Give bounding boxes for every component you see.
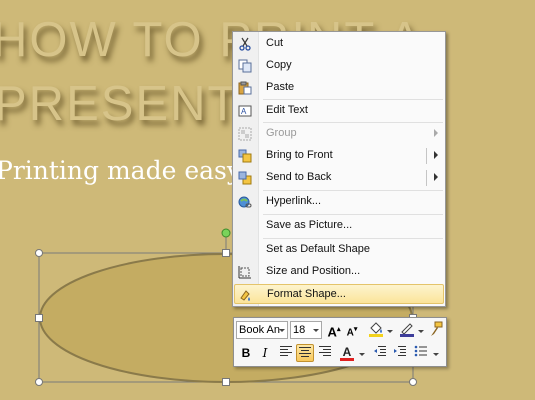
line-color-dropdown-icon[interactable] — [418, 330, 424, 333]
bullets-dropdown-icon[interactable] — [433, 353, 439, 356]
submenu-arrow-icon[interactable] — [434, 173, 438, 181]
menu-item-label: Group — [266, 127, 297, 139]
font-color-button[interactable]: A — [338, 343, 356, 361]
shrink-font-label: A — [346, 327, 354, 339]
rotation-handle[interactable] — [221, 228, 231, 238]
menu-item-label: Set as Default Shape — [266, 243, 370, 255]
align-right-icon — [319, 346, 331, 356]
menu-item-format-shape[interactable]: Format Shape... — [234, 284, 444, 304]
split-divider — [426, 170, 427, 186]
font-color-dropdown-icon[interactable] — [359, 353, 365, 356]
menu-item-group[interactable]: Group — [234, 124, 444, 144]
font-color-label: A — [342, 345, 352, 359]
resize-handle-bottom[interactable] — [222, 378, 230, 386]
menu-item-paste[interactable]: Paste — [234, 78, 444, 98]
decrease-indent-icon — [374, 346, 386, 356]
chevron-down-icon[interactable] — [277, 322, 286, 338]
format-painter-icon — [431, 321, 443, 336]
copy-icon — [238, 59, 252, 73]
bold-label: B — [241, 346, 251, 360]
hyperlink-icon — [238, 196, 252, 208]
menu-item-label: Bring to Front — [266, 149, 333, 161]
menu-item-size-and-position[interactable]: Size and Position... — [234, 262, 444, 282]
menu-item-label: Copy — [266, 59, 292, 71]
menu-item-label: Size and Position... — [266, 265, 361, 277]
font-name-combo[interactable]: Book An — [236, 321, 288, 339]
submenu-arrow-icon — [434, 129, 438, 137]
fill-color-dropdown-icon[interactable] — [387, 330, 393, 333]
font-name-value: Book An — [239, 324, 280, 336]
menu-separator — [263, 190, 443, 191]
menu-item-label: Edit Text — [266, 104, 308, 116]
italic-button[interactable]: I — [256, 344, 274, 362]
resize-handle-bottom-left[interactable] — [35, 378, 43, 386]
increase-indent-icon — [394, 346, 406, 356]
menu-item-edit-text[interactable]: A Edit Text — [234, 101, 444, 121]
send-to-back-icon — [238, 171, 252, 185]
align-left-icon — [280, 346, 292, 356]
pen-line-icon — [400, 323, 414, 337]
decrease-indent-button[interactable] — [371, 344, 389, 362]
menu-separator — [263, 99, 443, 100]
split-divider — [426, 148, 427, 164]
menu-separator — [263, 214, 443, 215]
context-menu: Cut Copy Paste A Edit Text Group Bring t… — [232, 31, 446, 307]
submenu-arrow-icon[interactable] — [434, 151, 438, 159]
align-center-button[interactable] — [296, 344, 314, 362]
font-size-value: 18 — [293, 324, 306, 336]
menu-separator — [263, 122, 443, 123]
menu-item-cut[interactable]: Cut — [234, 34, 444, 54]
resize-handle-top[interactable] — [222, 249, 230, 257]
menu-item-bring-to-front[interactable]: Bring to Front — [234, 146, 444, 166]
menu-item-label: Hyperlink... — [266, 195, 322, 207]
bring-to-front-icon — [238, 149, 252, 163]
scissors-icon — [239, 37, 251, 51]
menu-item-set-as-default-shape[interactable]: Set as Default Shape — [234, 240, 444, 260]
align-right-button[interactable] — [316, 344, 334, 362]
svg-text:A: A — [241, 107, 247, 116]
menu-item-hyperlink[interactable]: Hyperlink... — [234, 192, 444, 212]
menu-item-label: Send to Back — [266, 171, 332, 183]
bold-button[interactable]: B — [237, 344, 255, 362]
bullets-icon — [414, 345, 427, 357]
bullets-button[interactable] — [412, 344, 430, 362]
menu-separator — [263, 238, 443, 239]
align-left-button[interactable] — [277, 344, 295, 362]
menu-item-copy[interactable]: Copy — [234, 56, 444, 76]
resize-handle-top-left[interactable] — [35, 249, 43, 257]
font-color-bar — [340, 358, 354, 361]
menu-item-save-as-picture[interactable]: Save as Picture... — [234, 216, 444, 236]
menu-item-label: Cut — [266, 37, 284, 49]
size-position-icon — [238, 266, 251, 279]
chevron-down-icon[interactable] — [311, 322, 320, 338]
menu-item-label: Paste — [266, 81, 295, 93]
font-size-combo[interactable]: 18 — [290, 321, 322, 339]
fill-color-button[interactable] — [367, 321, 385, 339]
increase-indent-button[interactable] — [391, 344, 409, 362]
grow-font-button[interactable]: A▴ — [325, 321, 343, 339]
menu-item-label: Format Shape... — [267, 288, 346, 300]
group-icon — [238, 127, 252, 141]
menu-item-label: Save as Picture... — [266, 219, 353, 231]
format-painter-button[interactable] — [427, 321, 445, 339]
menu-item-send-to-back[interactable]: Send to Back — [234, 168, 444, 188]
line-color-button[interactable] — [398, 321, 416, 339]
paste-icon — [238, 81, 252, 95]
shrink-font-button[interactable]: A▾ — [343, 321, 361, 339]
grow-font-label: A — [327, 324, 337, 340]
format-shape-icon — [240, 290, 250, 301]
align-center-icon — [299, 347, 311, 357]
italic-label: I — [262, 346, 268, 360]
paint-bucket-icon — [369, 322, 383, 337]
resize-handle-bottom-right[interactable] — [409, 378, 417, 386]
resize-handle-left[interactable] — [35, 314, 43, 322]
edit-text-icon: A — [238, 105, 252, 117]
mini-toolbar: Book An 18 A▴ A▾ B I A — [233, 317, 447, 367]
